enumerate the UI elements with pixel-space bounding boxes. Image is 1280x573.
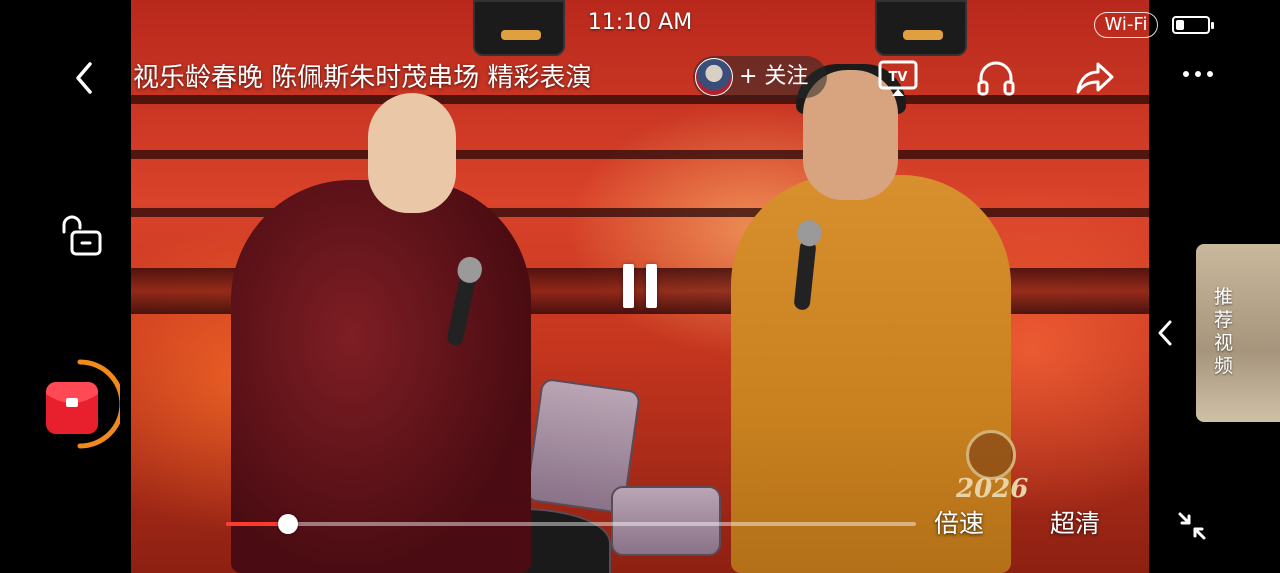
red-envelope-button[interactable] [40,358,125,450]
red-envelope-icon [46,359,125,449]
progress-bar[interactable] [226,514,916,534]
tv-label: TV [889,70,908,85]
video-title: 视乐龄春晚 陈佩斯朱时茂串场 精彩表演 [133,63,592,93]
pause-icon [623,264,634,308]
pause-icon [646,264,657,308]
tv-cast-icon: TV [878,60,918,96]
recommend-expand-button[interactable] [1152,316,1178,350]
follow-label: + 关注 [739,64,809,89]
chevron-left-icon [1158,320,1172,346]
battery-icon [1172,16,1214,34]
channel-avatar[interactable] [695,58,733,96]
share-icon [1076,62,1114,94]
watermark-seal [966,430,1016,480]
watermark-year: 2026 [956,474,1029,504]
exit-fullscreen-icon [1178,512,1206,540]
quality-button[interactable]: 超清 [1050,504,1100,544]
headphones-icon [977,61,1015,96]
play-pause-button[interactable] [620,264,660,308]
follow-button[interactable]: + 关注 [693,56,827,98]
share-button[interactable] [1072,56,1116,100]
exit-fullscreen-button[interactable] [1174,508,1210,544]
playback-speed-button[interactable]: 倍速 [934,504,984,544]
status-time: 11:10 AM [587,10,693,35]
recommend-label: 推荐视频 [1214,286,1234,377]
unlock-icon [62,215,102,256]
battery-level [1176,20,1184,30]
stage-rail [131,150,1149,159]
audio-mode-button[interactable] [974,56,1018,100]
performer-left [231,180,531,573]
more-icon [1183,71,1213,77]
drum [611,486,721,556]
performer-left-head [368,93,456,213]
wifi-indicator: Wi-Fi [1094,12,1158,38]
progress-thumb[interactable] [278,514,299,534]
recommended-videos-panel[interactable]: 推荐视频 [1196,244,1280,422]
more-button[interactable] [1176,56,1220,100]
back-icon [76,62,92,94]
tv-cast-button[interactable]: TV [876,56,920,100]
screen-lock-button[interactable] [58,212,106,260]
back-button[interactable] [66,58,102,98]
